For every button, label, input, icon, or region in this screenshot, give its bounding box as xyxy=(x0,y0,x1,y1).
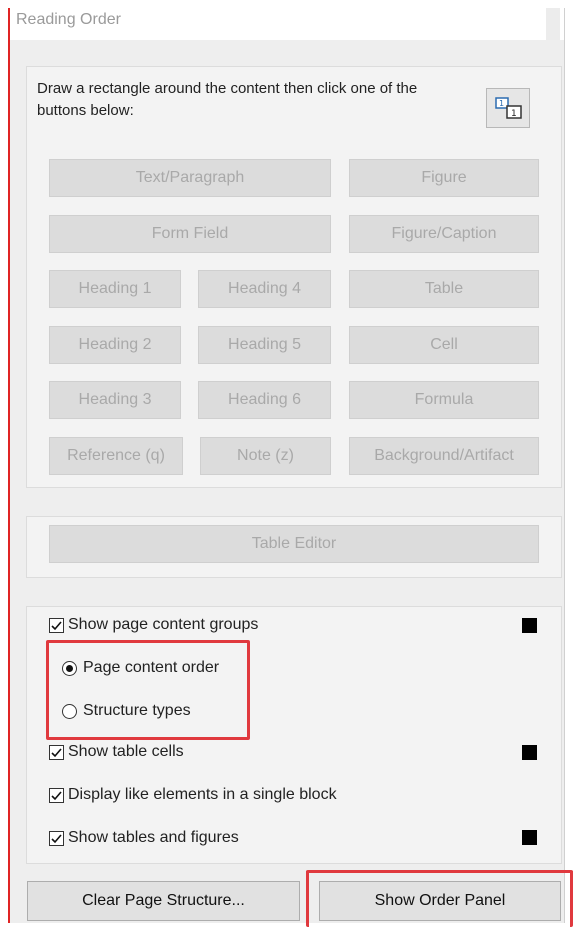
heading-6-button[interactable]: Heading 6 xyxy=(198,381,331,419)
heading-3-button[interactable]: Heading 3 xyxy=(49,381,181,419)
figure-caption-button[interactable]: Figure/Caption xyxy=(349,215,539,253)
instruction-text: Draw a rectangle around the content then… xyxy=(37,80,418,119)
cell-button[interactable]: Cell xyxy=(349,326,539,364)
heading-4-button[interactable]: Heading 4 xyxy=(198,270,331,308)
show-table-cells-checkbox[interactable] xyxy=(49,744,64,760)
show-table-cells-label: Show table cells xyxy=(68,743,184,760)
panel-title: Reading Order xyxy=(16,11,121,28)
figure-button[interactable]: Figure xyxy=(349,159,539,197)
form-field-button[interactable]: Form Field xyxy=(49,215,331,253)
tables-figures-color-swatch[interactable] xyxy=(522,830,537,845)
display-like-elements-checkbox[interactable] xyxy=(49,787,64,803)
show-page-content-groups-option[interactable]: Show page content groups xyxy=(49,613,258,637)
page-content-groups-color-swatch[interactable] xyxy=(522,618,537,633)
display-like-elements-option[interactable]: Display like elements in a single block xyxy=(49,783,337,807)
table-button[interactable]: Table xyxy=(349,270,539,308)
formula-button[interactable]: Formula xyxy=(349,381,539,419)
show-table-cells-option[interactable]: Show table cells xyxy=(49,740,184,764)
reference-button[interactable]: Reference (q) xyxy=(49,437,183,475)
background-artifact-button[interactable]: Background/Artifact xyxy=(349,437,539,475)
show-tables-figures-option[interactable]: Show tables and figures xyxy=(49,826,239,850)
radio-options-highlight xyxy=(46,640,250,740)
heading-2-button[interactable]: Heading 2 xyxy=(49,326,181,364)
title-bar-edge xyxy=(546,8,560,40)
svg-text:1: 1 xyxy=(499,99,504,108)
reading-order-tool-button[interactable]: 1 1 xyxy=(486,88,530,128)
table-editor-button[interactable]: Table Editor xyxy=(49,525,539,563)
reading-order-tool-icon: 1 1 xyxy=(495,97,522,119)
show-tables-figures-label: Show tables and figures xyxy=(68,829,239,846)
show-page-content-groups-checkbox[interactable] xyxy=(49,617,64,633)
title-bar: Reading Order xyxy=(10,8,564,40)
heading-1-button[interactable]: Heading 1 xyxy=(49,270,181,308)
show-order-panel-highlight xyxy=(306,870,573,927)
show-tables-figures-checkbox[interactable] xyxy=(49,830,64,846)
note-button[interactable]: Note (z) xyxy=(200,437,331,475)
table-cells-color-swatch[interactable] xyxy=(522,745,537,760)
display-like-elements-label: Display like elements in a single block xyxy=(68,786,337,803)
text-paragraph-button[interactable]: Text/Paragraph xyxy=(49,159,331,197)
clear-page-structure-button[interactable]: Clear Page Structure... xyxy=(27,881,300,921)
show-page-content-groups-label: Show page content groups xyxy=(68,616,259,633)
heading-5-button[interactable]: Heading 5 xyxy=(198,326,331,364)
svg-text:1: 1 xyxy=(511,109,517,119)
